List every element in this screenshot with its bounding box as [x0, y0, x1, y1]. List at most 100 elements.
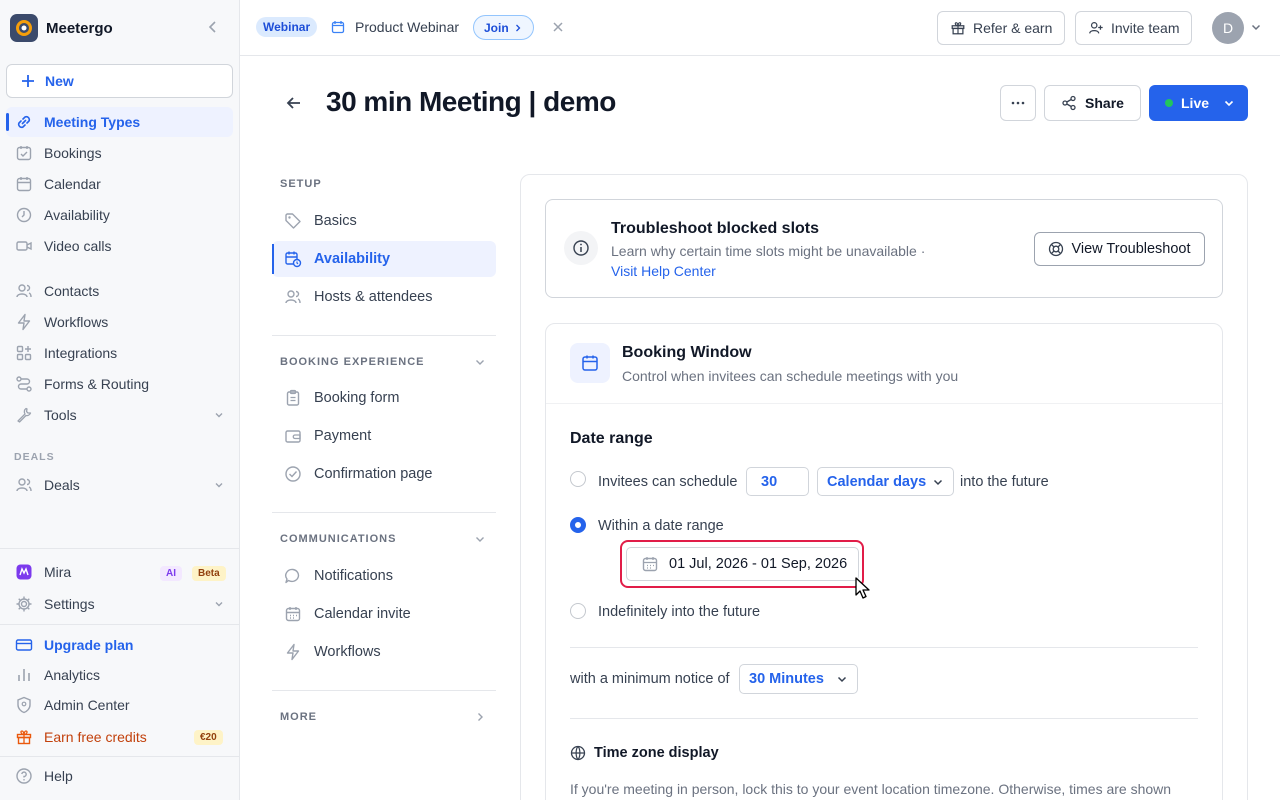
sidebar-item-label: Video calls: [44, 238, 112, 254]
date-range-heading: Date range: [570, 430, 653, 447]
min-notice-label: with a minimum notice of: [570, 671, 730, 687]
join-webinar-button[interactable]: Join: [473, 15, 534, 40]
chevron-down-icon: [1224, 100, 1234, 107]
card-divider: [546, 403, 1222, 404]
tag-icon: [284, 212, 302, 230]
check-circle-icon: [284, 465, 302, 483]
min-notice-select[interactable]: 30 Minutes: [739, 664, 858, 694]
tab-label: Hosts & attendees: [314, 289, 433, 305]
users-icon: [284, 288, 302, 306]
share-button[interactable]: Share: [1044, 85, 1141, 121]
live-label: Live: [1181, 95, 1210, 111]
tab-label: Calendar invite: [314, 606, 411, 622]
troubleshoot-description: Learn why certain time slots might be un…: [611, 243, 926, 259]
tab-notifications[interactable]: Notifications: [272, 558, 496, 594]
sidebar-item-workflows[interactable]: Workflows: [6, 307, 233, 337]
collapse-sidebar-icon[interactable]: [206, 20, 220, 34]
brand[interactable]: Meetergo: [10, 14, 113, 42]
webinar-title: Product Webinar: [355, 19, 460, 35]
sidebar-item-label: Contacts: [44, 283, 100, 299]
sidebar-item-contacts[interactable]: Contacts: [6, 276, 233, 306]
chevron-right-icon: [515, 24, 521, 31]
view-troubleshoot-button[interactable]: View Troubleshoot: [1034, 232, 1205, 266]
chevron-down-icon: [213, 598, 225, 610]
sidebar-item-admin-center[interactable]: Admin Center: [6, 690, 233, 720]
globe-icon: [570, 745, 586, 761]
sidebar-item-integrations[interactable]: Integrations: [6, 338, 233, 368]
chevron-down-icon: [837, 676, 846, 683]
sidebar-divider: [0, 624, 239, 625]
clock-icon: [14, 205, 34, 225]
calendar-icon: [642, 557, 658, 572]
tab-label: Payment: [314, 428, 372, 444]
sidebar-item-help[interactable]: Help: [6, 761, 233, 791]
timezone-display-heading: Time zone display: [594, 745, 719, 761]
avatar[interactable]: D: [1212, 12, 1244, 44]
webinar-badge: Webinar: [256, 17, 318, 37]
more-options-button[interactable]: [1000, 85, 1036, 121]
clipboard-icon: [284, 389, 302, 407]
tab-calendar-invite[interactable]: Calendar invite: [272, 596, 496, 632]
days-input[interactable]: 30: [746, 467, 809, 496]
nav-divider: [272, 690, 496, 691]
chevron-right-icon[interactable]: [474, 711, 486, 723]
communications-section-label[interactable]: COMMUNICATIONS: [280, 533, 396, 545]
page-title: 30 min Meeting | demo: [326, 86, 616, 117]
radio-indefinitely[interactable]: [570, 603, 586, 619]
wrench-icon: [14, 405, 34, 425]
rolling-days-suffix: into the future: [960, 474, 1049, 490]
invite-team-button[interactable]: Invite team: [1075, 11, 1193, 45]
tab-confirmation-page[interactable]: Confirmation page: [272, 456, 496, 492]
tab-payment[interactable]: Payment: [272, 418, 496, 454]
radio-date-range[interactable]: [570, 517, 586, 533]
chevron-down-icon[interactable]: [474, 356, 486, 368]
date-range-picker[interactable]: 01 Jul, 2026 - 01 Sep, 2026: [626, 547, 859, 581]
sidebar-item-meeting-types[interactable]: Meeting Types: [6, 107, 233, 137]
radio-rolling-days[interactable]: [570, 471, 586, 487]
tab-basics[interactable]: Basics: [272, 203, 496, 239]
ai-badge: AI: [160, 566, 182, 581]
tab-booking-form[interactable]: Booking form: [272, 380, 496, 416]
sidebar-item-upgrade-plan[interactable]: Upgrade plan: [6, 630, 233, 660]
sidebar-item-label: Help: [44, 768, 73, 784]
tab-workflows[interactable]: Workflows: [272, 634, 496, 670]
tab-availability[interactable]: Availability: [272, 241, 496, 277]
gear-icon: [14, 594, 34, 614]
calendar-icon: [14, 174, 34, 194]
refer-earn-button[interactable]: Refer & earn: [937, 11, 1066, 45]
sidebar-item-tools[interactable]: Tools: [6, 400, 233, 430]
sidebar-item-deals[interactable]: Deals: [6, 470, 233, 500]
video-icon: [14, 236, 34, 256]
grid-plus-icon: [14, 343, 34, 363]
tab-label: Notifications: [314, 568, 393, 584]
live-status-button[interactable]: Live: [1149, 85, 1248, 121]
sidebar-item-video-calls[interactable]: Video calls: [6, 231, 233, 261]
section-divider: [570, 647, 1198, 648]
date-range-option-label: Within a date range: [598, 518, 724, 534]
chevron-down-icon[interactable]: [1250, 21, 1262, 33]
live-indicator: [1165, 99, 1173, 107]
sidebar-item-bookings[interactable]: Bookings: [6, 138, 233, 168]
setup-section-label: SETUP: [280, 178, 322, 190]
booking-experience-section-label[interactable]: BOOKING EXPERIENCE: [280, 356, 425, 368]
new-button[interactable]: New: [6, 64, 233, 98]
sidebar-item-label: Workflows: [44, 314, 109, 330]
sidebar-item-label: Settings: [44, 596, 95, 612]
deals-section-label: DEALS: [14, 451, 55, 463]
tab-hosts-attendees[interactable]: Hosts & attendees: [272, 279, 496, 315]
calendar-icon: [284, 605, 302, 623]
sidebar-item-calendar[interactable]: Calendar: [6, 169, 233, 199]
credit-card-icon: [14, 635, 34, 655]
day-type-select[interactable]: Calendar days: [817, 467, 955, 496]
sidebar-item-availability[interactable]: Availability: [6, 200, 233, 230]
help-center-link[interactable]: Visit Help Center: [611, 263, 716, 279]
meetergo-logo: [10, 14, 38, 42]
chevron-down-icon[interactable]: [474, 533, 486, 545]
sidebar-item-settings[interactable]: Settings: [6, 589, 233, 619]
more-section-label[interactable]: MORE: [280, 711, 317, 723]
close-icon[interactable]: [551, 20, 565, 34]
lifebuoy-icon: [1049, 241, 1064, 257]
sidebar-item-forms-routing[interactable]: Forms & Routing: [6, 369, 233, 399]
back-arrow-icon[interactable]: [284, 93, 304, 113]
sidebar-item-analytics[interactable]: Analytics: [6, 660, 233, 690]
